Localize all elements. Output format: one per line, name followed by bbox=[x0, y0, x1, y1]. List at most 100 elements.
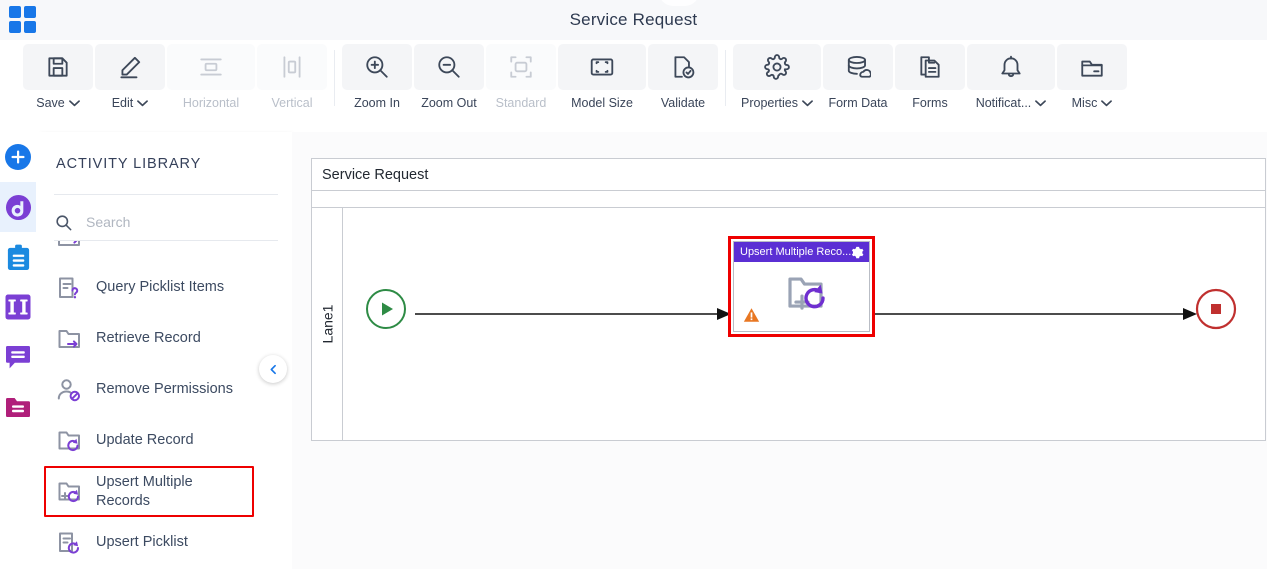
lane: Lane1 Upsert Multiple Reco... bbox=[312, 208, 1265, 440]
update-record-icon bbox=[54, 428, 84, 454]
remove-permissions-icon bbox=[54, 377, 84, 403]
task-inner: Upsert Multiple Reco... bbox=[733, 241, 870, 332]
toolbar-button-label: Standard bbox=[495, 96, 547, 110]
search-input[interactable] bbox=[84, 213, 268, 231]
page-title: Service Request bbox=[569, 10, 698, 29]
brand-swirl-icon bbox=[5, 194, 32, 221]
activity-item-label: Upsert Picklist bbox=[96, 534, 188, 550]
divider bbox=[54, 194, 278, 195]
rail-item-columns[interactable] bbox=[0, 282, 36, 332]
search-icon bbox=[54, 213, 73, 232]
process-pool: Service Request Lane1 Upsert Multiple Re… bbox=[311, 158, 1266, 441]
standard-size-icon bbox=[486, 44, 556, 90]
toolbar-button-properties[interactable]: Properties bbox=[732, 44, 822, 124]
activity-library-panel: ACTIVITY LIBRARY Records Query Picklist … bbox=[36, 132, 293, 569]
chevron-left-icon bbox=[270, 364, 276, 374]
toolbar-button-label: Horizontal bbox=[182, 96, 240, 110]
forms-document-icon bbox=[895, 44, 965, 90]
gear-icon bbox=[733, 44, 821, 90]
activity-list[interactable]: Records Query Picklist Items Retrieve Re… bbox=[36, 241, 292, 569]
toolbar-button-label: Save bbox=[36, 96, 65, 110]
toolbar-button-form-data[interactable]: Form Data bbox=[822, 44, 894, 124]
diagram-canvas[interactable]: Service Request Lane1 Upsert Multiple Re… bbox=[292, 132, 1267, 569]
toolbar-button-horizontal: Horizontal bbox=[166, 44, 256, 124]
toolbar-button-label: Misc bbox=[1071, 96, 1098, 110]
toolbar-group: Properties Form Data Forms Notificat... … bbox=[732, 40, 1128, 124]
toolbar-button-misc[interactable]: Misc bbox=[1056, 44, 1128, 124]
gear-icon[interactable] bbox=[851, 246, 864, 259]
activity-item-label: Upsert Multiple Records bbox=[96, 473, 193, 509]
toolbar-button-validate[interactable]: Validate bbox=[647, 44, 719, 124]
toolbar-button-model-size[interactable]: Model Size bbox=[557, 44, 647, 124]
upsert-multiple-records-icon bbox=[54, 479, 84, 505]
activity-item-upsert-multiple-records[interactable]: Upsert Multiple Records bbox=[44, 466, 254, 517]
toolbar-button-save[interactable]: Save bbox=[22, 44, 94, 124]
activity-item-upsert-picklist[interactable]: Upsert Picklist bbox=[36, 517, 292, 568]
record-arrow-icon bbox=[54, 241, 84, 250]
task-header: Upsert Multiple Reco... bbox=[734, 242, 869, 262]
activity-item-label: Retrieve Record bbox=[96, 330, 201, 346]
task-node-upsert-multiple-records[interactable]: Upsert Multiple Reco... bbox=[728, 236, 875, 337]
database-icon bbox=[823, 44, 893, 90]
activity-library-heading: ACTIVITY LIBRARY bbox=[56, 156, 202, 172]
toolbar-button-zoom-in[interactable]: Zoom In bbox=[341, 44, 413, 124]
lane-label: Lane1 bbox=[319, 304, 335, 344]
toolbar-button-label: Zoom Out bbox=[421, 96, 477, 110]
task-body bbox=[734, 262, 869, 331]
activity-item-retrieve-record[interactable]: Retrieve Record bbox=[36, 313, 292, 364]
pencil-edit-icon bbox=[95, 44, 165, 90]
toolbar-button-label: Validate bbox=[660, 96, 706, 110]
toolbar-button-edit[interactable]: Edit bbox=[94, 44, 166, 124]
toolbar-button-label: Vertical bbox=[271, 96, 313, 110]
retrieve-record-icon bbox=[54, 326, 84, 352]
validate-icon bbox=[648, 44, 718, 90]
align-vertical-icon bbox=[257, 44, 327, 90]
start-event[interactable] bbox=[365, 288, 407, 330]
pool-header: Service Request bbox=[312, 159, 1265, 191]
pool-subbar bbox=[312, 191, 1265, 208]
collapse-panel-button[interactable] bbox=[259, 355, 287, 383]
search-row bbox=[54, 204, 280, 240]
activity-item-update-record[interactable]: Update Record bbox=[36, 415, 292, 466]
play-icon bbox=[366, 289, 406, 329]
toolbar-button-notificat[interactable]: Notificat... bbox=[966, 44, 1056, 124]
activity-item-remove-permissions[interactable]: Remove Permissions bbox=[36, 364, 292, 415]
activity-item-label: Records bbox=[96, 241, 150, 246]
rail-item-comments[interactable] bbox=[0, 332, 36, 382]
rail-item-clipboard[interactable] bbox=[0, 232, 36, 282]
toolbar-button-zoom-out[interactable]: Zoom Out bbox=[413, 44, 485, 124]
pool-title: Service Request bbox=[322, 166, 429, 183]
chat-bubble-icon bbox=[5, 345, 31, 370]
save-floppy-icon bbox=[23, 44, 93, 90]
bell-icon bbox=[967, 44, 1055, 90]
upsert-multiple-records-icon bbox=[774, 271, 830, 319]
toolbar-separator bbox=[334, 50, 335, 106]
application-root: Service Request Save Edit Horizontal Ver… bbox=[0, 0, 1267, 569]
lane-body[interactable]: Upsert Multiple Reco... bbox=[343, 208, 1265, 440]
flow-connector-start-to-task[interactable] bbox=[415, 308, 735, 320]
chevron-down-icon bbox=[1101, 99, 1113, 107]
toolbar-button-label: Zoom In bbox=[354, 96, 400, 110]
activity-item-records[interactable]: Records bbox=[36, 241, 292, 262]
toolbar-group: Zoom In Zoom Out Standard Model Size Val… bbox=[341, 40, 719, 124]
model-size-icon bbox=[558, 44, 646, 90]
chevron-down-icon bbox=[802, 99, 813, 107]
rail-item-folders[interactable] bbox=[0, 382, 36, 432]
chevron-down-icon bbox=[137, 99, 149, 107]
activity-item-label: Remove Permissions bbox=[96, 381, 233, 397]
warning-triangle-icon bbox=[743, 307, 760, 323]
lane-label-column: Lane1 bbox=[312, 208, 343, 440]
end-event[interactable] bbox=[1195, 288, 1237, 330]
activity-item-query-picklist-items[interactable]: Query Picklist Items bbox=[36, 262, 292, 313]
chevron-down-icon bbox=[1035, 99, 1047, 107]
zoom-in-icon bbox=[342, 44, 412, 90]
upsert-picklist-icon bbox=[54, 530, 84, 556]
query-picklist-icon bbox=[54, 275, 84, 301]
zoom-out-icon bbox=[414, 44, 484, 90]
stop-square-icon bbox=[1195, 288, 1237, 330]
flow-connector-task-to-end[interactable] bbox=[875, 308, 1201, 320]
rail-item-add-button[interactable] bbox=[0, 132, 36, 182]
rail-item-activity-library[interactable] bbox=[0, 182, 36, 232]
toolbar-button-label: Forms bbox=[912, 96, 948, 110]
toolbar-button-forms[interactable]: Forms bbox=[894, 44, 966, 124]
